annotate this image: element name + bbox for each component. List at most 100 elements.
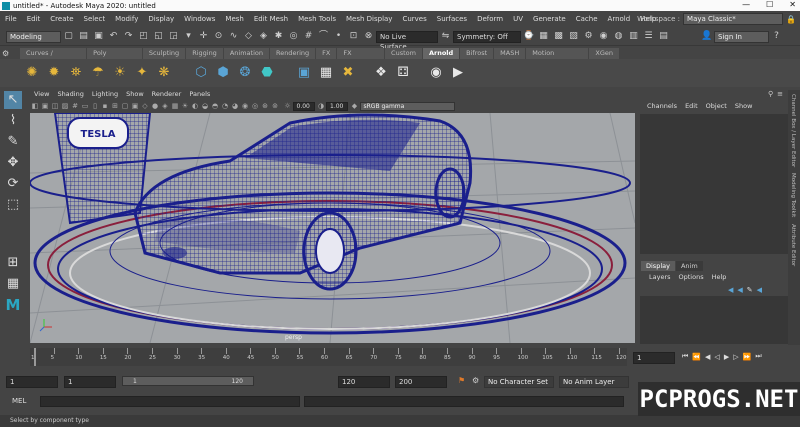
mask-deformers-icon[interactable]: ◈ xyxy=(258,31,269,42)
menu-modify[interactable]: Modify xyxy=(110,15,143,23)
shelf-tab-xgen[interactable]: XGen xyxy=(589,48,619,59)
snap-curve-icon[interactable]: ⌒ xyxy=(318,31,329,42)
xray-icon[interactable]: ◎ xyxy=(252,102,259,110)
field-chart-icon[interactable]: ⊞ xyxy=(112,102,119,110)
play-forward-icon[interactable]: ▶ xyxy=(724,353,729,361)
depth-of-field-icon[interactable]: ◕ xyxy=(232,102,239,110)
exposure-field[interactable]: 0.00 xyxy=(292,101,315,111)
mask-handles-icon[interactable]: ✛ xyxy=(198,31,209,42)
isolate-select-icon[interactable]: ◉ xyxy=(242,102,249,110)
shelf-tab-poly-modeling[interactable]: Poly Modeling xyxy=(87,48,142,68)
go-to-start-icon[interactable]: ⏮ xyxy=(682,352,688,361)
shadows-icon[interactable]: ◐ xyxy=(192,102,199,110)
maximize-button[interactable]: ☐ xyxy=(766,0,773,11)
shelf-settings-icon[interactable]: ⚙ xyxy=(2,49,16,59)
render-icon[interactable]: ✺ xyxy=(24,65,40,81)
area-light-icon[interactable]: ✹ xyxy=(46,65,62,81)
menu-curves[interactable]: Curves xyxy=(397,15,431,23)
mask-joints-icon[interactable]: ⊙ xyxy=(213,31,224,42)
menu-edit[interactable]: Edit xyxy=(22,15,46,23)
channel-box-menu-channels[interactable]: Channels xyxy=(643,102,681,110)
shelf-tab-motion-graphics[interactable]: Motion Graphics xyxy=(526,48,589,68)
panel-pin-icon[interactable]: ⚲ xyxy=(768,90,773,98)
help-icon[interactable]: ? xyxy=(771,31,782,42)
go-to-end-icon[interactable]: ⏭ xyxy=(755,352,761,361)
arnold-render-icon[interactable]: ◍ xyxy=(613,31,624,42)
light-portal-icon[interactable]: ❋ xyxy=(156,65,172,81)
select-tool-icon[interactable]: ↖ xyxy=(4,91,22,109)
motion-blur-icon[interactable]: ◓ xyxy=(212,102,219,110)
playback-end-field[interactable]: 120 xyxy=(338,376,390,388)
workspace-dropdown[interactable]: Maya Classic* xyxy=(683,13,784,25)
render-current-icon[interactable]: ▩ xyxy=(553,31,564,42)
snap-grid-icon[interactable]: # xyxy=(303,31,314,42)
step-forward-key-icon[interactable]: ⏩ xyxy=(743,353,752,361)
channel-box-area[interactable] xyxy=(640,114,788,254)
view-transform-dropdown[interactable]: sRGB gamma xyxy=(359,101,455,111)
live-surface-field[interactable]: No Live Surface xyxy=(376,30,438,51)
shelf-tab-rigging[interactable]: Rigging xyxy=(186,48,223,59)
redo-icon[interactable]: ↷ xyxy=(123,31,134,42)
perspective-viewport[interactable]: TESLA xyxy=(30,113,635,343)
viewport-menu-show[interactable]: Show xyxy=(122,90,148,98)
move-layer-up-icon[interactable]: ◀ xyxy=(728,286,733,294)
shelf-tab-animation[interactable]: Animation xyxy=(223,48,269,59)
menu-cache[interactable]: Cache xyxy=(571,15,603,23)
shelf-tab-arnold[interactable]: Arnold xyxy=(422,48,460,59)
layer-list[interactable] xyxy=(640,296,788,344)
mask-surfaces-icon[interactable]: ◇ xyxy=(243,31,254,42)
ipr-render-icon[interactable]: ▧ xyxy=(568,31,579,42)
safe-title-icon[interactable]: ▣ xyxy=(132,102,139,110)
render-view-icon[interactable]: ▦ xyxy=(538,31,549,42)
viewport-menu-shading[interactable]: Shading xyxy=(53,90,87,98)
playback-start-field[interactable]: 1 xyxy=(64,376,116,388)
command-input[interactable] xyxy=(40,395,300,407)
new-scene-icon[interactable]: ▢ xyxy=(63,31,74,42)
rotate-tool-icon[interactable]: ⟳ xyxy=(4,175,22,193)
viewport-menu-lighting[interactable]: Lighting xyxy=(88,90,122,98)
lock-icon[interactable]: 🔒 xyxy=(786,15,796,24)
channel-box-menu-edit[interactable]: Edit xyxy=(681,102,702,110)
shelf-tab-fx-caching[interactable]: FX Caching xyxy=(337,48,385,68)
menu-windows[interactable]: Windows xyxy=(179,15,220,23)
play-backward-icon[interactable]: ◁ xyxy=(714,353,719,361)
open-scene-icon[interactable]: ▤ xyxy=(78,31,89,42)
resolution-gate-icon[interactable]: ▯ xyxy=(92,102,99,110)
textured-icon[interactable]: ▦ xyxy=(172,102,179,110)
snap-point-icon[interactable]: • xyxy=(333,31,344,42)
bookmark-icon[interactable]: ◫ xyxy=(52,102,59,110)
save-scene-icon[interactable]: ▣ xyxy=(93,31,104,42)
render-settings-icon[interactable]: ⚙ xyxy=(583,31,594,42)
paint-select-tool-icon[interactable]: ✎ xyxy=(4,133,22,151)
time-slider[interactable]: 1 5 10 15 20 25 30 35 40 45 50 55 60 65 70 75 80 85 90 95 10… xyxy=(30,348,627,366)
make-live-icon[interactable]: ⊗ xyxy=(363,31,374,42)
spot-light-icon[interactable]: ⛯ xyxy=(68,65,84,81)
panel-menu-icon[interactable]: ≡ xyxy=(777,90,783,98)
menu-create[interactable]: Create xyxy=(45,15,78,23)
menu-deform[interactable]: Deform xyxy=(472,15,508,23)
grid-icon[interactable]: # xyxy=(72,102,79,110)
layer-tab-display[interactable]: Display xyxy=(641,261,675,271)
side-tab-channel-box-layer-editor[interactable]: Channel Box / Layer Editor xyxy=(790,94,796,167)
menu-mesh-display[interactable]: Mesh Display xyxy=(341,15,397,23)
layer-menu-options[interactable]: Options xyxy=(675,273,708,281)
mel-label[interactable]: MEL xyxy=(12,397,40,405)
flush-cache-icon[interactable]: ▣ xyxy=(296,65,312,81)
mesh-light-icon[interactable]: ☀ xyxy=(112,65,128,81)
ipr-icon[interactable]: ▶ xyxy=(450,65,466,81)
volume-icon[interactable]: ⬢ xyxy=(215,65,231,81)
menu-file[interactable]: File xyxy=(0,15,22,23)
menu-mesh[interactable]: Mesh xyxy=(220,15,248,23)
shelf-tab-rendering[interactable]: Rendering xyxy=(269,48,316,59)
animation-start-field[interactable]: 1 xyxy=(6,376,58,388)
shelf-tab-mash[interactable]: MASH xyxy=(494,48,526,59)
shelf-tab-curves-surfaces[interactable]: Curves / Surfaces xyxy=(20,48,87,68)
layer-menu-help[interactable]: Help xyxy=(708,273,731,281)
tx-manager-icon[interactable]: ⚃ xyxy=(395,65,411,81)
scale-tool-icon[interactable]: ⬚ xyxy=(4,196,22,214)
film-gate-icon[interactable]: ▭ xyxy=(82,102,89,110)
curve-collector-icon[interactable]: ❂ xyxy=(237,65,253,81)
standin-icon[interactable]: ⬡ xyxy=(193,65,209,81)
menu-mesh-tools[interactable]: Mesh Tools xyxy=(293,15,341,23)
range-slider[interactable]: 1 120 xyxy=(122,376,254,386)
